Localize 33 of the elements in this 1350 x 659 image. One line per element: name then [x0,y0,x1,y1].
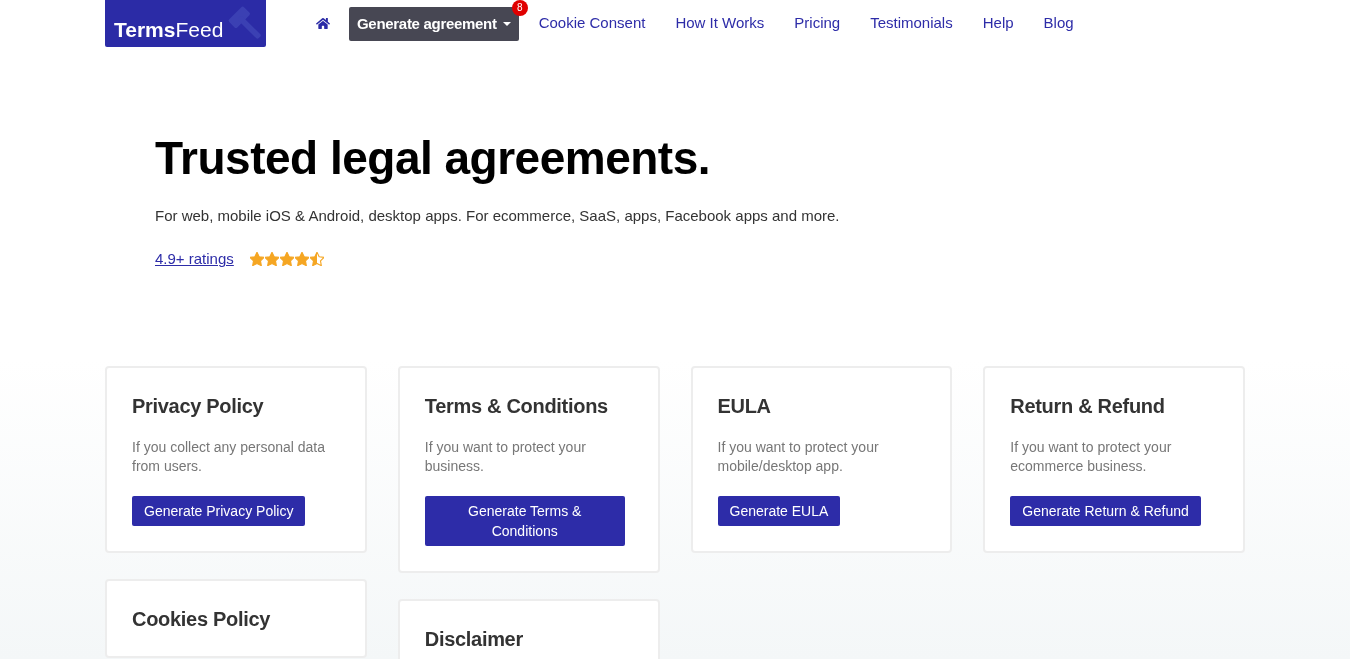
star-icon [264,252,279,266]
nav-link[interactable]: How It Works [675,12,765,35]
ratings-link[interactable]: 4.9+ ratings [155,249,234,269]
nav-link[interactable]: Blog [1043,12,1074,35]
star-icon [249,252,264,266]
hero-subtitle: For web, mobile iOS & Android, desktop apps. For ecommerce, SaaS, apps, Facebook apps and more. [155,206,841,226]
generate-button[interactable]: Generate Terms & Conditions [424,496,625,546]
generate-button[interactable]: Generate EULA [717,496,841,526]
star-icon [279,252,294,266]
nav-link[interactable]: Cookie Consent [538,12,646,35]
notification-badge: 8 [511,0,528,16]
generate-button[interactable]: Generate Return & Refund [1010,496,1201,526]
card-description: If you want to protect your ecommerce business. [1010,438,1173,476]
logo-text: TermsFeed [114,17,224,42]
logo[interactable]: TermsFeed [105,0,266,47]
caret-icon [502,22,511,26]
card-title: Return & Refund [1010,394,1166,418]
card-description: If you want to protect your business. [424,438,587,476]
generate-button[interactable]: Generate Privacy Policy [132,496,306,526]
home-icon[interactable] [316,17,330,30]
nav-link[interactable]: Testimonials [870,12,953,35]
card-title: Cookies Policy [132,607,272,631]
card-title: Disclaimer [424,627,524,651]
card-description: If you collect any personal data from users. [132,438,326,476]
hero-title: Trusted legal agreements. [155,131,712,185]
card-title: Terms & Conditions [424,394,609,418]
nav-link[interactable]: Help [982,12,1014,35]
card-description: If you want to protect your mobile/desktop app. [717,438,880,476]
card-title: Privacy Policy [132,394,265,418]
card-title: EULA [717,394,772,418]
nav-link[interactable]: Pricing [794,12,841,35]
half-star-icon [309,252,324,266]
star-icon [294,252,309,266]
